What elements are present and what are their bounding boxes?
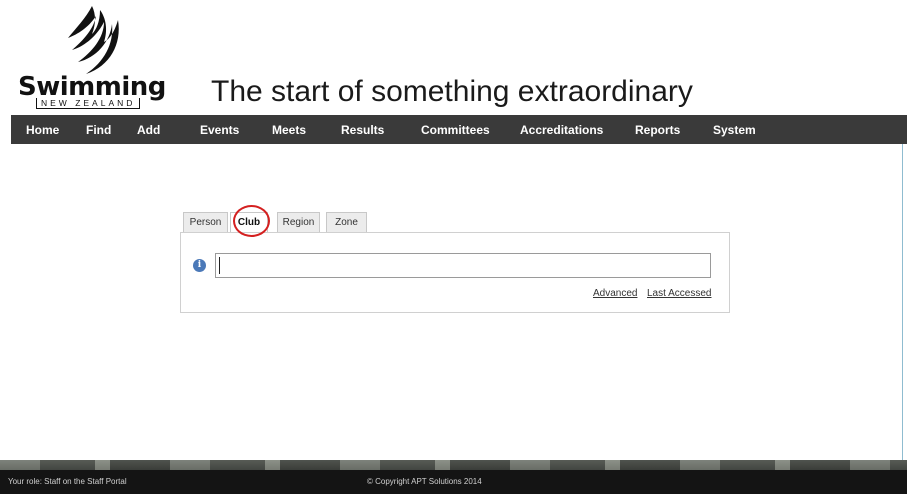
- footer-copyright: © Copyright APT Solutions 2014: [367, 477, 482, 486]
- info-icon[interactable]: i: [193, 259, 206, 272]
- nav-meets[interactable]: Meets: [272, 123, 306, 137]
- search-input[interactable]: [215, 253, 711, 278]
- footer: Your role: Staff on the Staff Portal © C…: [0, 460, 907, 494]
- nav-home[interactable]: Home: [26, 123, 59, 137]
- tab-zone[interactable]: Zone: [326, 212, 367, 233]
- text-cursor: [219, 257, 220, 274]
- nav-reports[interactable]: Reports: [635, 123, 680, 137]
- footer-pool-image: [0, 460, 907, 470]
- nav-results[interactable]: Results: [341, 123, 384, 137]
- nav-add[interactable]: Add: [137, 123, 160, 137]
- tab-region[interactable]: Region: [277, 212, 320, 233]
- nav-events[interactable]: Events: [200, 123, 239, 137]
- swimmer-swoosh-icon: [68, 6, 119, 74]
- main-nav: Home Find Add Events Meets Results Commi…: [11, 115, 907, 144]
- footer-role: Your role: Staff on the Staff Portal: [8, 477, 127, 486]
- brand-name: Swimming: [18, 72, 166, 102]
- advanced-link[interactable]: Advanced: [593, 288, 637, 299]
- swimming-nz-logo[interactable]: Swimming NEW ZEALAND: [18, 4, 166, 109]
- content-border: [902, 144, 903, 460]
- tab-person[interactable]: Person: [183, 212, 228, 233]
- page-tagline: The start of something extraordinary: [211, 75, 693, 108]
- nav-system[interactable]: System: [713, 123, 756, 137]
- tab-club[interactable]: Club: [230, 212, 268, 234]
- last-accessed-link[interactable]: Last Accessed: [647, 288, 711, 299]
- nav-accreditations[interactable]: Accreditations: [520, 123, 603, 137]
- nav-find[interactable]: Find: [86, 123, 111, 137]
- brand-subtitle: NEW ZEALAND: [36, 98, 141, 109]
- nav-committees[interactable]: Committees: [421, 123, 490, 137]
